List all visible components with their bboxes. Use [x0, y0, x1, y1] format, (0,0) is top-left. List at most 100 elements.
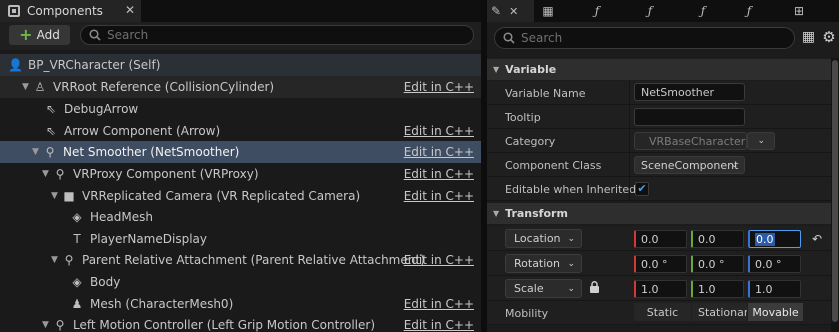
text-render-icon: T: [73, 231, 81, 246]
rotation-x-value: 0.0 °: [641, 257, 668, 271]
graph-icon: ⊞: [793, 4, 805, 18]
scale-z-value: 1.0: [755, 282, 773, 296]
tree-row-label: PlayerNameDisplay: [90, 232, 207, 246]
tree-row-vrreplicated-camera[interactable]: ▼ ■ VRReplicated Camera (VR Replicated C…: [0, 185, 481, 207]
components-search-input[interactable]: Search: [80, 25, 474, 45]
column-splitter[interactable]: [629, 81, 630, 105]
chevron-down-icon[interactable]: ▼: [51, 255, 61, 265]
location-mode-dropdown[interactable]: Location ⌄: [505, 229, 582, 248]
add-button-label: Add: [36, 28, 60, 42]
tab-my-blueprint[interactable]: ▦: [538, 0, 558, 22]
chevron-down-icon[interactable]: ▼: [42, 169, 52, 179]
close-icon[interactable]: ✕: [123, 3, 137, 17]
edit-in-cpp-link[interactable]: Edit in C++: [404, 318, 474, 332]
edit-in-cpp-link[interactable]: Edit in C++: [404, 167, 474, 181]
tree-row-left-motion-controller[interactable]: ▼ ⚲ Left Motion Controller (Left Grip Mo…: [0, 314, 481, 332]
mobility-movable-button[interactable]: Movable: [748, 303, 803, 321]
variable-name-row: Variable Name NetSmoother: [487, 81, 831, 105]
scale-label: Scale: [514, 282, 544, 295]
tree-row-debugarrow[interactable]: ⇖ DebugArrow: [0, 98, 481, 120]
tab-function-2[interactable]: ƒ: [642, 0, 658, 22]
property-label: Variable Name: [505, 86, 586, 100]
tree-row-label: Net Smoother (NetSmoother): [63, 145, 240, 159]
table-view-icon[interactable]: ▦: [801, 30, 816, 45]
chevron-down-icon[interactable]: ▼: [22, 82, 32, 92]
location-y-field[interactable]: 0.0: [691, 230, 744, 248]
tree-row-self[interactable]: 👤 BP_VRCharacter (Self): [0, 54, 481, 76]
tree-row-label: Arrow Component (Arrow): [64, 124, 221, 138]
gear-icon[interactable]: ⚙: [821, 29, 837, 45]
tree-row-body[interactable]: ◈ Body: [0, 271, 481, 293]
tab-graph[interactable]: ⊞: [790, 0, 808, 22]
mobility-stationary-button[interactable]: Stationar: [692, 303, 747, 321]
close-icon[interactable]: ✕: [509, 5, 518, 18]
category-row: Category VRBaseCharacter ⌄: [487, 129, 831, 153]
tab-function-4[interactable]: ƒ: [741, 0, 757, 22]
lock-icon[interactable]: [589, 281, 601, 293]
tree-row-mesh[interactable]: ♟ Mesh (CharacterMesh0) Edit in C++: [0, 293, 481, 315]
scale-mode-dropdown[interactable]: Scale ⌄: [505, 279, 582, 298]
tree-row-label: Parent Relative Attachment (Parent Relat…: [82, 253, 425, 267]
tree-row-vrproxy[interactable]: ▼ ⚲ VRProxy Component (VRProxy) Edit in …: [0, 163, 481, 185]
component-class-dropdown[interactable]: SceneComponent ⌄: [634, 156, 745, 174]
tree-row-playernamedisplay[interactable]: T PlayerNameDisplay: [0, 228, 481, 250]
rotation-mode-dropdown[interactable]: Rotation ⌄: [505, 254, 582, 273]
rotation-z-value: 0.0 °: [755, 257, 782, 271]
tree-row-parent-relative-attachment[interactable]: ▼ ⚲ Parent Relative Attachment (Parent R…: [0, 249, 481, 271]
column-splitter[interactable]: [629, 177, 630, 201]
tab-function-1[interactable]: ƒ: [589, 0, 605, 22]
rotation-z-field[interactable]: 0.0 °: [748, 255, 801, 273]
tree-row-headmesh[interactable]: ◈ HeadMesh: [0, 206, 481, 228]
tree-row-vrroot[interactable]: ▼ ♙ VRRoot Reference (CollisionCylinder)…: [0, 76, 481, 98]
category-value: VRBaseCharacter: [649, 134, 746, 148]
location-z-field[interactable]: 0.0: [748, 230, 801, 248]
location-x-field[interactable]: 0.0: [634, 230, 687, 248]
scale-z-field[interactable]: 1.0: [748, 280, 801, 298]
tooltip-field[interactable]: [634, 108, 745, 126]
rotation-x-field[interactable]: 0.0 °: [634, 255, 687, 273]
column-splitter[interactable]: [629, 105, 630, 129]
column-splitter[interactable]: [629, 153, 630, 177]
tab-function-3[interactable]: ƒ: [695, 0, 711, 22]
tab-details[interactable]: ✎ ✕: [487, 0, 534, 22]
details-search-input[interactable]: Search: [494, 27, 795, 49]
scene-component-icon: ⚲: [64, 252, 74, 267]
variable-name-field[interactable]: NetSmoother: [634, 83, 745, 101]
scale-y-field[interactable]: 1.0: [691, 280, 744, 298]
tree-row-net-smoother[interactable]: ▼ ⚲ Net Smoother (NetSmoother) Edit in C…: [0, 141, 481, 163]
location-x-value: 0.0: [641, 232, 659, 246]
editable-inherited-checkbox[interactable]: ✔: [635, 182, 649, 196]
tree-row-label: HeadMesh: [90, 210, 153, 224]
scale-y-value: 1.0: [698, 282, 716, 296]
rotation-label: Rotation: [514, 257, 561, 270]
variable-section-header[interactable]: ▼ Variable: [487, 59, 831, 80]
category-combo[interactable]: VRBaseCharacter: [634, 132, 747, 150]
skeletal-mesh-icon: ♟: [71, 296, 83, 311]
add-component-button[interactable]: + Add: [9, 25, 70, 45]
scene-component-icon: ⚲: [55, 166, 65, 181]
property-label: Tooltip: [505, 110, 541, 124]
column-splitter[interactable]: [629, 129, 630, 153]
chevron-down-icon[interactable]: ▼: [51, 191, 61, 201]
tree-row-arrow-component[interactable]: ⇖ Arrow Component (Arrow) Edit in C++: [0, 120, 481, 142]
chevron-down-icon[interactable]: ▼: [32, 147, 42, 157]
category-dropdown-button[interactable]: ⌄: [747, 132, 775, 150]
pencil-icon: ✎: [491, 4, 502, 18]
transform-section-header[interactable]: ▼ Transform: [487, 203, 831, 224]
search-icon: [503, 32, 515, 44]
edit-in-cpp-link[interactable]: Edit in C++: [404, 253, 474, 267]
chevron-down-icon[interactable]: ▼: [42, 320, 52, 330]
component-class-row: Component Class SceneComponent ⌄: [487, 153, 831, 177]
edit-in-cpp-link[interactable]: Edit in C++: [404, 80, 474, 94]
mobility-static-button[interactable]: Static: [634, 303, 691, 321]
edit-in-cpp-link[interactable]: Edit in C++: [404, 297, 474, 311]
scale-x-field[interactable]: 1.0: [634, 280, 687, 298]
components-tab[interactable]: Components: [0, 0, 141, 22]
rotation-y-field[interactable]: 0.0 °: [691, 255, 744, 273]
details-scrollbar-thumb[interactable]: [832, 60, 838, 322]
chevron-down-icon: ⌄: [757, 136, 765, 146]
edit-in-cpp-link[interactable]: Edit in C++: [404, 124, 474, 138]
edit-in-cpp-link[interactable]: Edit in C++: [404, 145, 474, 159]
edit-in-cpp-link[interactable]: Edit in C++: [404, 189, 474, 203]
reset-to-default-icon[interactable]: ↶: [812, 233, 824, 245]
